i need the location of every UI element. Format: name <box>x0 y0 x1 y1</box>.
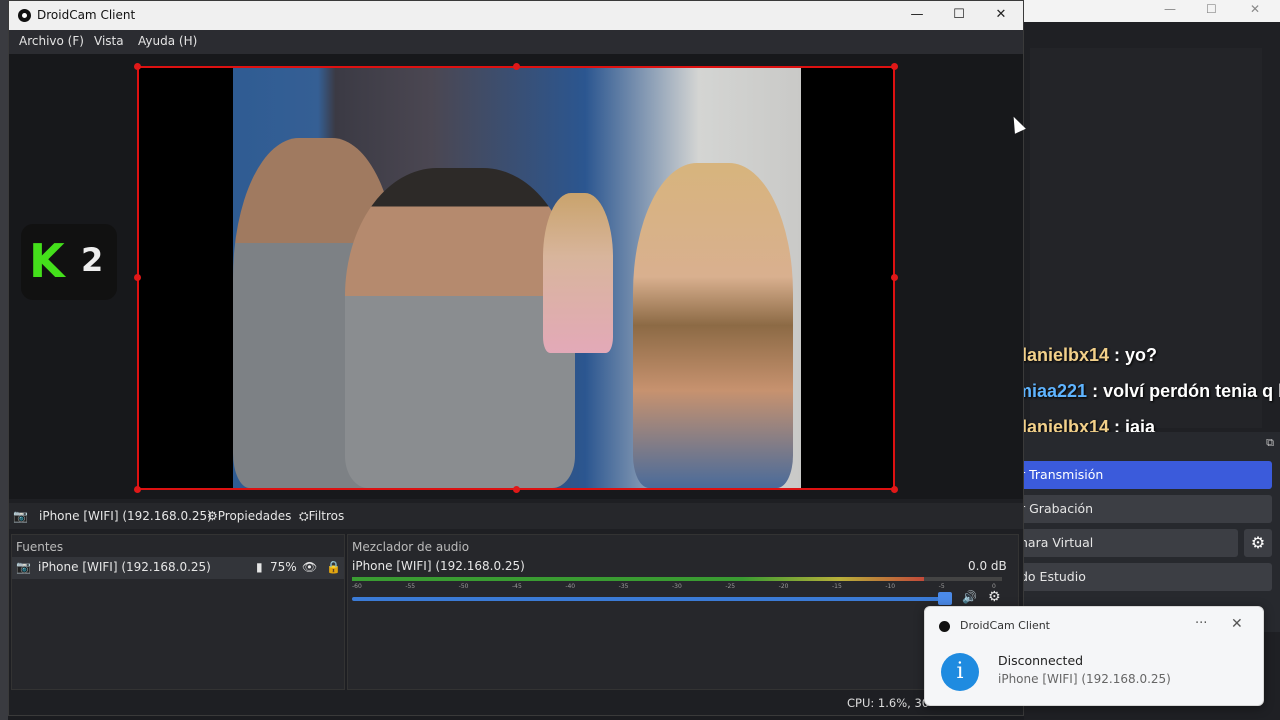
window-title: DroidCam Client <box>37 8 136 22</box>
filter-icon: ⛭ <box>299 509 309 523</box>
resize-handle-tl[interactable] <box>134 63 141 70</box>
resize-handle-l[interactable] <box>134 274 141 281</box>
meter-tick-label: -10 <box>885 583 896 590</box>
camera-video-feed <box>233 68 801 488</box>
chat-message: danielbx14 : yo? <box>1016 345 1158 365</box>
meter-tick-label: -35 <box>618 583 629 590</box>
mixer-settings-icon[interactable]: ⚙ <box>988 589 1001 605</box>
meter-tick-label: -60 <box>352 583 362 590</box>
virtual-camera-settings-icon[interactable]: ⚙ <box>1244 529 1272 557</box>
filters-button[interactable]: ⛭Filtros <box>299 509 344 524</box>
menu-ayuda[interactable]: Ayuda (H) <box>138 34 197 48</box>
more-options-icon[interactable]: ··· <box>1195 616 1207 631</box>
chat-text: yo? <box>1125 345 1158 365</box>
k2-logo: K 2 <box>21 224 117 300</box>
chat-text: volví perdón tenia q hac <box>1103 381 1280 401</box>
person-right <box>633 163 793 488</box>
toast-close-button[interactable]: ✕ <box>1231 616 1243 632</box>
bg-maximize-icon[interactable]: ☐ <box>1206 2 1217 16</box>
resize-handle-r[interactable] <box>891 274 898 281</box>
person-back <box>543 193 613 353</box>
meter-tick-label: -50 <box>458 583 469 590</box>
menubar: Archivo (F) Vista Ayuda (H) <box>9 30 1023 54</box>
meter-tick-label: -40 <box>565 583 576 590</box>
start-streaming-button[interactable]: r Transmisión <box>1010 461 1272 489</box>
background-window-titlebar: — ☐ ✕ <box>1024 0 1280 22</box>
opacity-icon: ▮ <box>256 560 263 574</box>
statusbar: CPU: 1.6%, 30 <box>9 691 1023 715</box>
studio-mode-button[interactable]: do Estudio <box>1010 563 1272 591</box>
minimize-button[interactable]: — <box>897 4 937 26</box>
logo-number: 2 <box>81 241 104 279</box>
properties-button[interactable]: ⚙Propiedades <box>207 509 291 523</box>
bg-close-icon[interactable]: ✕ <box>1250 2 1260 16</box>
background-preview <box>1030 48 1262 428</box>
start-recording-button[interactable]: r Grabación <box>1010 495 1272 523</box>
logo-letter: K <box>29 234 65 288</box>
background-window-edge <box>0 0 8 720</box>
volume-slider-thumb[interactable] <box>938 592 952 605</box>
volume-slider[interactable] <box>352 597 946 601</box>
meter-tick-label: -20 <box>778 583 789 590</box>
preview-canvas[interactable]: K 2 <box>9 54 1023 499</box>
mixer-channel-name: iPhone [WIFI] (192.168.0.25) <box>352 559 525 573</box>
mixer-title: Mezclador de audio <box>352 540 470 554</box>
chat-username: danielbx14 <box>1016 345 1110 365</box>
speaker-icon[interactable]: 🔊 <box>962 590 977 604</box>
source-name: iPhone [WIFI] (192.168.0.25) <box>38 560 211 574</box>
resize-handle-t[interactable] <box>513 63 520 70</box>
toast-heading: Disconnected <box>998 653 1084 668</box>
info-icon: i <box>941 653 979 691</box>
droidcam-window: DroidCam Client — ☐ ✕ Archivo (F) Vista … <box>8 0 1024 716</box>
toast-notification[interactable]: DroidCam Client ··· ✕ i Disconnected iPh… <box>924 606 1264 706</box>
camera-source-frame[interactable] <box>134 63 898 493</box>
chat-message: miaa221 : volví perdón tenia q hac <box>1016 381 1280 402</box>
droidcam-app-icon <box>939 621 950 632</box>
volume-meter <box>352 577 1002 581</box>
toast-body: iPhone [WIFI] (192.168.0.25) <box>998 672 1171 686</box>
resize-handle-b[interactable] <box>513 486 520 493</box>
camera-icon: 📷 <box>16 560 31 574</box>
resize-handle-tr[interactable] <box>891 63 898 70</box>
selected-source-name: iPhone [WIFI] (192.168.0.25) <box>39 509 212 523</box>
titlebar: DroidCam Client — ☐ ✕ <box>9 1 1023 30</box>
cpu-usage: CPU: 1.6%, 30 <box>847 696 930 710</box>
menu-vista[interactable]: Vista <box>94 34 124 48</box>
source-opacity: 75% <box>270 560 297 574</box>
virtual-camera-button[interactable]: nara Virtual <box>1010 529 1238 557</box>
chat-username: miaa221 <box>1016 381 1088 401</box>
meter-tick-label: -15 <box>832 583 842 590</box>
sources-dock: Fuentes 📷 iPhone [WIFI] (192.168.0.25) ▮… <box>11 534 345 690</box>
resize-handle-br[interactable] <box>891 486 898 493</box>
maximize-button[interactable]: ☐ <box>939 4 979 26</box>
source-list-item[interactable]: 📷 iPhone [WIFI] (192.168.0.25) ▮ 75% 👁 🔒 <box>12 557 344 579</box>
mixer-level: 0.0 dB <box>968 559 1007 573</box>
audio-mixer-dock: Mezclador de audio iPhone [WIFI] (192.16… <box>347 534 1019 690</box>
meter-tick-label: -5 <box>938 583 945 590</box>
visibility-eye-icon[interactable]: 👁 <box>302 560 317 574</box>
resize-handle-bl[interactable] <box>134 486 141 493</box>
bg-minimize-icon[interactable]: — <box>1164 2 1176 16</box>
meter-tick-label: -25 <box>725 583 736 590</box>
sources-title: Fuentes <box>16 540 64 554</box>
toast-app-name: DroidCam Client <box>960 619 1050 632</box>
menu-archivo[interactable]: Archivo (F) <box>19 34 84 48</box>
camera-icon: 📷 <box>13 509 28 523</box>
meter-tick-label: -55 <box>405 583 416 590</box>
meter-tick-label: -45 <box>512 583 522 590</box>
meter-ticks: -60 -55 -50 -45 -40 -35 -30 -25 -20 -15 -10 -5 0 <box>352 583 1002 593</box>
close-button[interactable]: ✕ <box>981 4 1021 26</box>
source-toolbar: 📷 iPhone [WIFI] (192.168.0.25) ⚙Propieda… <box>9 503 1023 529</box>
undock-icon[interactable]: ⧉ <box>1266 436 1274 450</box>
droidcam-app-icon <box>18 9 31 22</box>
lock-icon[interactable]: 🔒 <box>326 560 341 574</box>
meter-tick-label: -30 <box>672 583 682 590</box>
gear-icon: ⚙ <box>207 509 218 523</box>
person-center <box>345 168 575 488</box>
